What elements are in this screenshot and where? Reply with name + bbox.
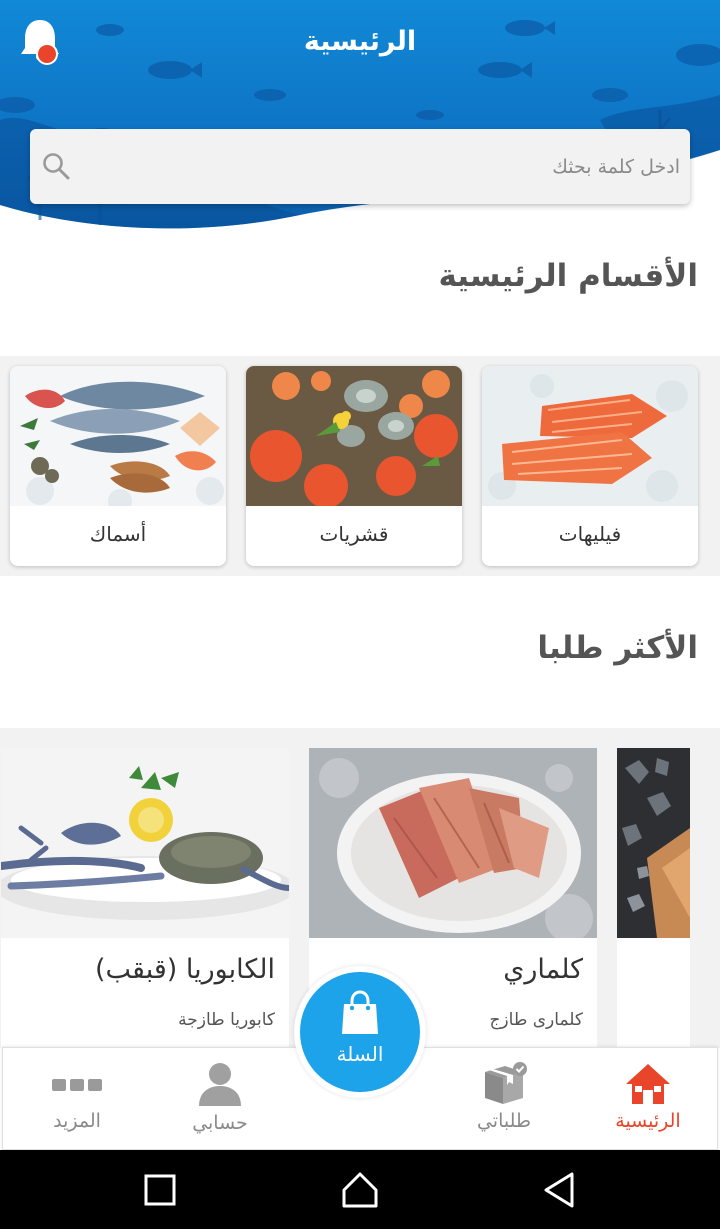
nav-label: المزيد bbox=[53, 1110, 101, 1132]
crab-plate-image bbox=[1, 748, 289, 938]
app-screen: الرئيسية الأقسام الرئيسية فيليهات bbox=[0, 0, 720, 1229]
user-icon bbox=[199, 1063, 241, 1106]
nav-item-account[interactable]: حسابي bbox=[150, 1048, 290, 1151]
categories-list: فيليهات قشريات أسماك bbox=[0, 356, 720, 576]
recents-square-icon[interactable] bbox=[140, 1170, 180, 1210]
search-icon[interactable] bbox=[40, 150, 72, 182]
search-input[interactable] bbox=[120, 129, 680, 204]
nav-item-more[interactable]: المزيد bbox=[7, 1048, 147, 1151]
popular-section-title: الأكثر طلبا bbox=[537, 630, 698, 666]
product-subtitle: كابوريا طازجة bbox=[178, 1010, 275, 1030]
system-navigation-bar bbox=[0, 1150, 720, 1229]
product-name: الكابوريا (قبقب) bbox=[95, 954, 275, 985]
fish-on-ice-image bbox=[617, 748, 690, 938]
product-card-crab[interactable]: الكابوريا (قبقب) كابوريا طازجة bbox=[1, 748, 289, 1048]
nav-label: طلباتي bbox=[476, 1110, 532, 1132]
category-card-shellfish[interactable]: قشريات bbox=[246, 366, 462, 566]
home-circle-icon[interactable] bbox=[340, 1170, 380, 1210]
cart-label: السلة bbox=[336, 1042, 384, 1066]
category-label: فيليهات bbox=[558, 522, 622, 546]
category-card-fillets[interactable]: فيليهات bbox=[482, 366, 698, 566]
assorted-fish-image bbox=[10, 366, 226, 506]
calamari-plate-image bbox=[309, 748, 597, 938]
product-card-partial[interactable] bbox=[617, 748, 690, 1048]
salmon-fillets-image bbox=[482, 366, 698, 506]
cart-button[interactable]: السلة bbox=[300, 972, 420, 1092]
page-title: الرئيسية bbox=[303, 26, 417, 57]
category-label: أسماك bbox=[89, 522, 147, 546]
categories-section-title: الأقسام الرئيسية bbox=[438, 258, 698, 294]
orders-box-icon bbox=[485, 1062, 527, 1104]
cart-fab-ring: السلة bbox=[294, 966, 426, 1098]
product-name: كلماري bbox=[503, 954, 583, 985]
search-bar[interactable] bbox=[30, 129, 690, 204]
product-subtitle: كلمارى طازج bbox=[489, 1010, 583, 1030]
nav-label: الرئيسية bbox=[615, 1110, 681, 1132]
nav-label: حسابي bbox=[192, 1112, 248, 1134]
more-dots-icon bbox=[52, 1079, 102, 1091]
nav-item-orders[interactable]: طلباتي bbox=[434, 1048, 574, 1151]
home-icon bbox=[626, 1064, 670, 1104]
back-triangle-icon[interactable] bbox=[540, 1170, 580, 1210]
category-card-fish[interactable]: أسماك bbox=[10, 366, 226, 566]
nav-item-home[interactable]: الرئيسية bbox=[578, 1048, 718, 1151]
category-label: قشريات bbox=[319, 522, 389, 546]
shellfish-platter-image bbox=[246, 366, 462, 506]
shopping-bag-icon bbox=[342, 990, 378, 1034]
